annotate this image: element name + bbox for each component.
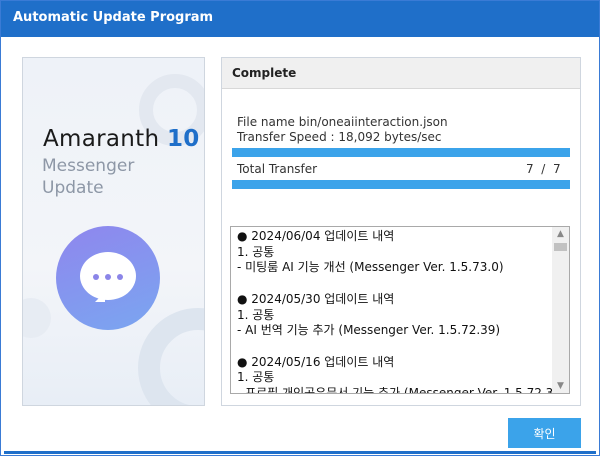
changelog-entry: ● 2024/05/16 업데이트 내역 1. 공통 - 프로필 개인공유문서 … [237,354,554,394]
changelog-item: - 프로필 개인공유문서 기능 추가 (Messenger Ver. 1.5.7… [237,386,554,394]
ok-button[interactable]: 확인 [508,418,581,448]
transfer-speed-text: Transfer Speed : 18,092 bytes/sec [237,130,442,144]
total-transfer-count: 7 / 7 [526,162,561,176]
changelog-textbox[interactable]: ● 2024/06/04 업데이트 내역 1. 공통 - 미팅룸 AI 기능 개… [230,226,570,394]
status-header: Complete [222,58,580,89]
changelog-item: - AI 번역 기능 추가 (Messenger Ver. 1.5.72.39) [237,323,501,338]
window-title: Automatic Update Program [13,10,214,25]
changelog-category: 1. 공통 [237,370,275,385]
file-progress-fill [232,148,570,157]
scroll-down-arrow-icon[interactable]: ▼ [552,379,569,393]
changelog-content: ● 2024/06/04 업데이트 내역 1. 공통 - 미팅룸 AI 기능 개… [237,229,554,394]
total-current: 7 [526,162,534,176]
decorative-ring [138,308,204,405]
update-window: Automatic Update Program Amaranth 10 Mes… [0,0,600,456]
changelog-category: 1. 공통 [237,307,275,322]
file-progress-bar [232,148,570,157]
chat-dot-icon [105,274,111,280]
scroll-up-arrow-icon[interactable]: ▲ [552,227,569,241]
total-separator: / [541,162,546,176]
file-name-text: File name bin/oneaiinteraction.json [237,115,448,129]
total-transfer-label: Total Transfer [237,162,318,176]
product-name: Amaranth [43,126,160,152]
bottom-accent-line [4,451,596,454]
changelog-entry: ● 2024/05/30 업데이트 내역 1. 공통 - AI 번역 기능 추가… [237,292,549,339]
scrollbar-thumb[interactable] [554,243,567,251]
total-progress-fill [232,180,570,189]
product-version: 10 [166,126,200,152]
changelog-heading: ● 2024/05/30 업데이트 내역 [237,291,395,306]
total-max: 7 [552,162,561,176]
chat-bubble-tail [87,292,105,302]
status-panel: Complete File name bin/oneaiinteraction.… [221,57,581,406]
decorative-circle [23,298,51,338]
changelog-category: 1. 공통 [237,244,275,259]
product-subtitle-line2: Update [42,178,104,198]
status-title: Complete [232,66,297,80]
total-progress-bar [232,180,570,189]
chat-dot-icon [93,274,99,280]
changelog-entry: ● 2024/06/04 업데이트 내역 1. 공통 - 미팅룸 AI 기능 개… [237,229,549,276]
changelog-heading: ● 2024/05/16 업데이트 내역 [237,354,395,369]
changelog-scrollbar[interactable]: ▲ ▼ [552,227,569,393]
branding-panel: Amaranth 10 Messenger Update [22,57,205,406]
product-subtitle-line1: Messenger [42,156,135,176]
product-logo: Amaranth 10 [43,126,200,152]
changelog-heading: ● 2024/06/04 업데이트 내역 [237,229,395,243]
chat-dot-icon [117,274,123,280]
changelog-item: - 미팅룸 AI 기능 개선 (Messenger Ver. 1.5.73.0) [237,260,504,275]
title-bar[interactable]: Automatic Update Program [1,1,599,37]
